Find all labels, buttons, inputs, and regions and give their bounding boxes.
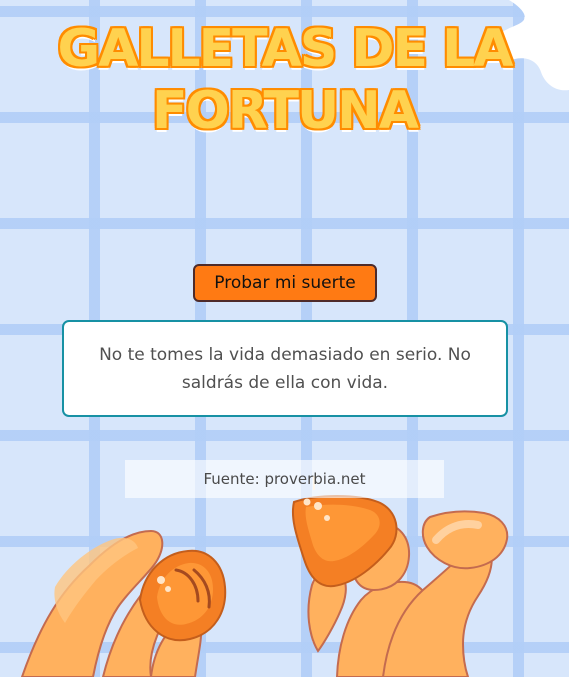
fortune-cookie-half-icon xyxy=(138,549,227,642)
fortune-quote: No te tomes la vida demasiado en serio. … xyxy=(99,344,471,393)
source-text: Fuente: proverbia.net xyxy=(203,470,366,488)
title-line-1: GALLETAS DE LA xyxy=(57,19,513,79)
page-title: GALLETAS DE LA FORTUNA xyxy=(0,18,569,142)
hands-illustration xyxy=(20,510,509,677)
try-luck-button[interactable]: Probar mi suerte xyxy=(193,264,377,302)
title-line-2: FORTUNA xyxy=(152,81,419,141)
page: GALLETAS DE LA FORTUNA Probar mi suerte … xyxy=(0,0,569,677)
fortune-card: No te tomes la vida demasiado en serio. … xyxy=(62,320,508,417)
source-box: Fuente: proverbia.net xyxy=(125,460,444,498)
